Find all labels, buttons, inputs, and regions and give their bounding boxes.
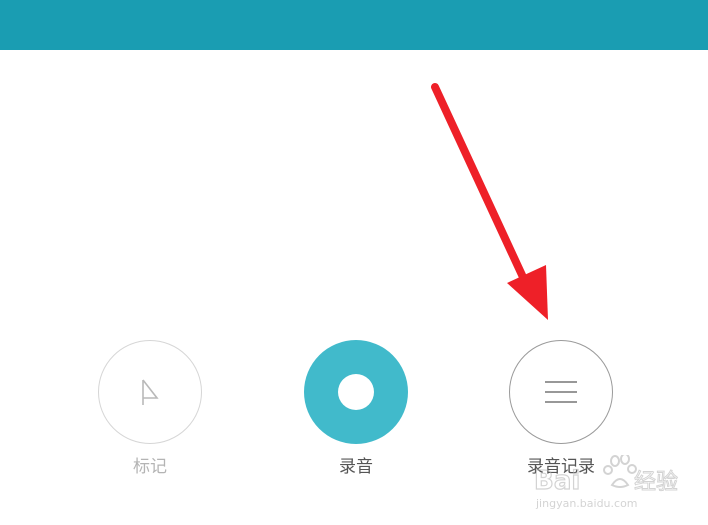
record-icon <box>338 374 374 410</box>
record-button[interactable] <box>304 340 408 444</box>
svg-text:jingyan.baidu.com: jingyan.baidu.com <box>535 497 638 510</box>
flag-icon <box>142 379 159 405</box>
top-bar <box>0 0 708 50</box>
mark-label: 标记 <box>133 457 167 477</box>
annotation-arrow-icon <box>431 83 548 320</box>
recording-history-label: 录音记录 <box>527 457 595 477</box>
list-icon <box>545 381 577 403</box>
record-label: 录音 <box>339 457 373 477</box>
mark-button[interactable] <box>98 340 202 444</box>
recording-history-button[interactable] <box>509 340 613 444</box>
recorder-screen: 标记 录音 录音记录 Bai 经验 jingyan.baidu.com <box>0 0 708 525</box>
